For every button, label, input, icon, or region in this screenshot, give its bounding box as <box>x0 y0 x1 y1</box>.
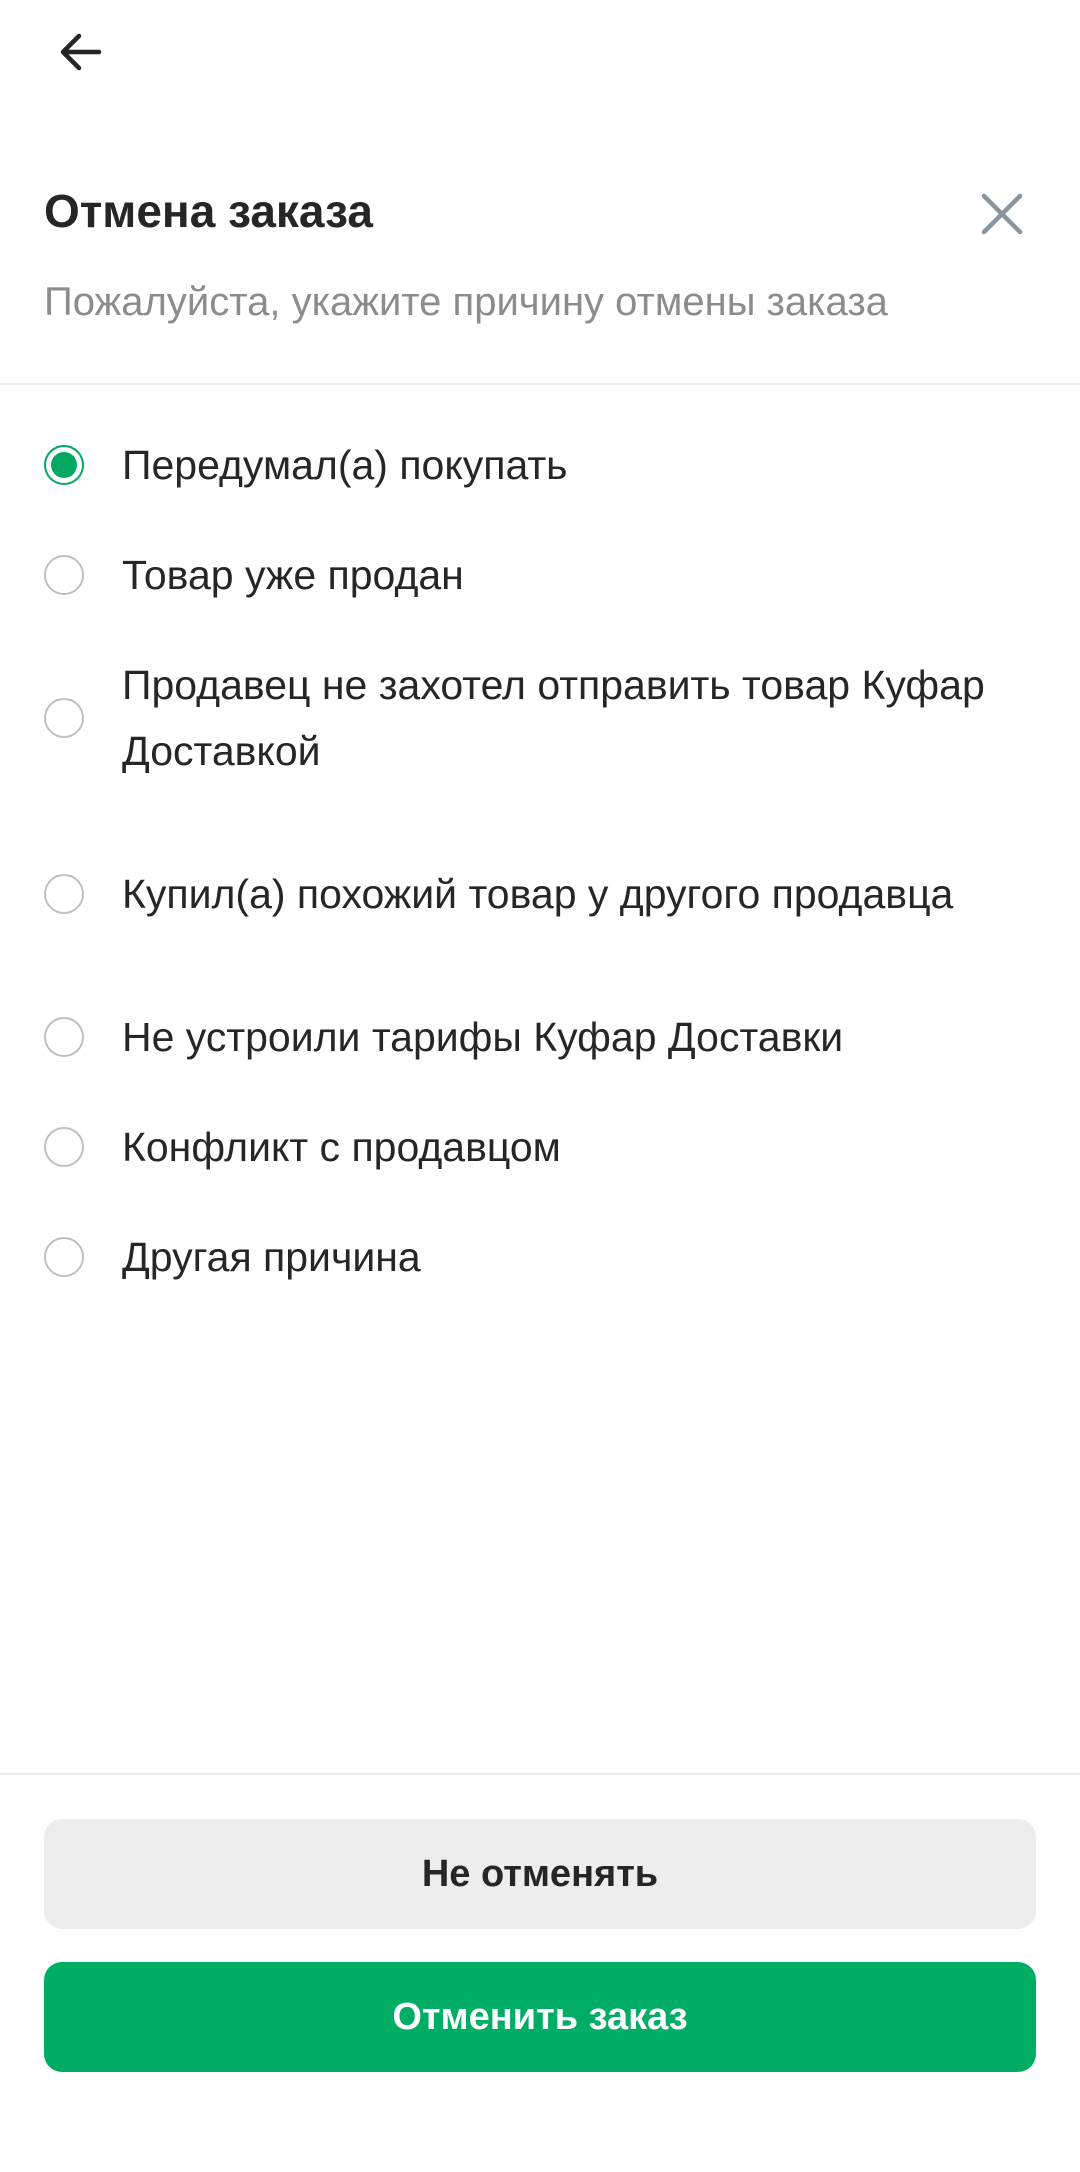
header-divider <box>0 383 1080 385</box>
reason-label: Конфликт с продавцом <box>122 1124 561 1170</box>
reason-option-bought-elsewhere[interactable]: Купил(а) похожий товар у другого продавц… <box>0 806 1080 982</box>
arrow-left-icon <box>60 33 102 71</box>
radio-button[interactable] <box>44 1127 84 1167</box>
reason-option-seller-refused-delivery[interactable]: Продавец не захотел отправить товар Куфа… <box>0 630 1080 806</box>
radio-button[interactable] <box>44 1017 84 1057</box>
reason-option-other[interactable]: Другая причина <box>0 1202 1080 1312</box>
radio-button[interactable] <box>44 698 84 738</box>
reason-label: Другая причина <box>122 1234 421 1280</box>
page-title: Отмена заказа <box>44 185 373 237</box>
radio-button[interactable] <box>44 1237 84 1277</box>
radio-button[interactable] <box>44 555 84 595</box>
close-icon <box>981 193 1023 235</box>
reason-option-seller-conflict[interactable]: Конфликт с продавцом <box>0 1092 1080 1202</box>
reason-label: Не устроили тарифы Куфар Доставки <box>122 1014 844 1060</box>
close-button[interactable] <box>966 178 1038 250</box>
top-app-bar <box>0 0 1080 110</box>
page-subtitle: Пожалуйста, укажите причину отмены заказ… <box>44 280 888 324</box>
keep-order-button[interactable]: Не отменять <box>44 1819 1036 1929</box>
reason-label: Товар уже продан <box>122 552 464 598</box>
cancel-reason-list: Передумал(а) покупать Товар уже продан П… <box>0 410 1080 1312</box>
reason-option-changed-mind[interactable]: Передумал(а) покупать <box>0 410 1080 520</box>
reason-label: Продавец не захотел отправить товар Куфа… <box>122 662 985 774</box>
footer-divider <box>0 1773 1080 1775</box>
reason-label: Купил(а) похожий товар у другого продавц… <box>122 871 954 917</box>
radio-button[interactable] <box>44 874 84 914</box>
reason-option-already-sold[interactable]: Товар уже продан <box>0 520 1080 630</box>
back-button[interactable] <box>44 16 116 88</box>
radio-button[interactable] <box>44 445 84 485</box>
reason-option-delivery-rates[interactable]: Не устроили тарифы Куфар Доставки <box>0 982 1080 1092</box>
reason-label: Передумал(а) покупать <box>122 442 568 488</box>
cancel-order-button[interactable]: Отменить заказ <box>44 1962 1036 2072</box>
